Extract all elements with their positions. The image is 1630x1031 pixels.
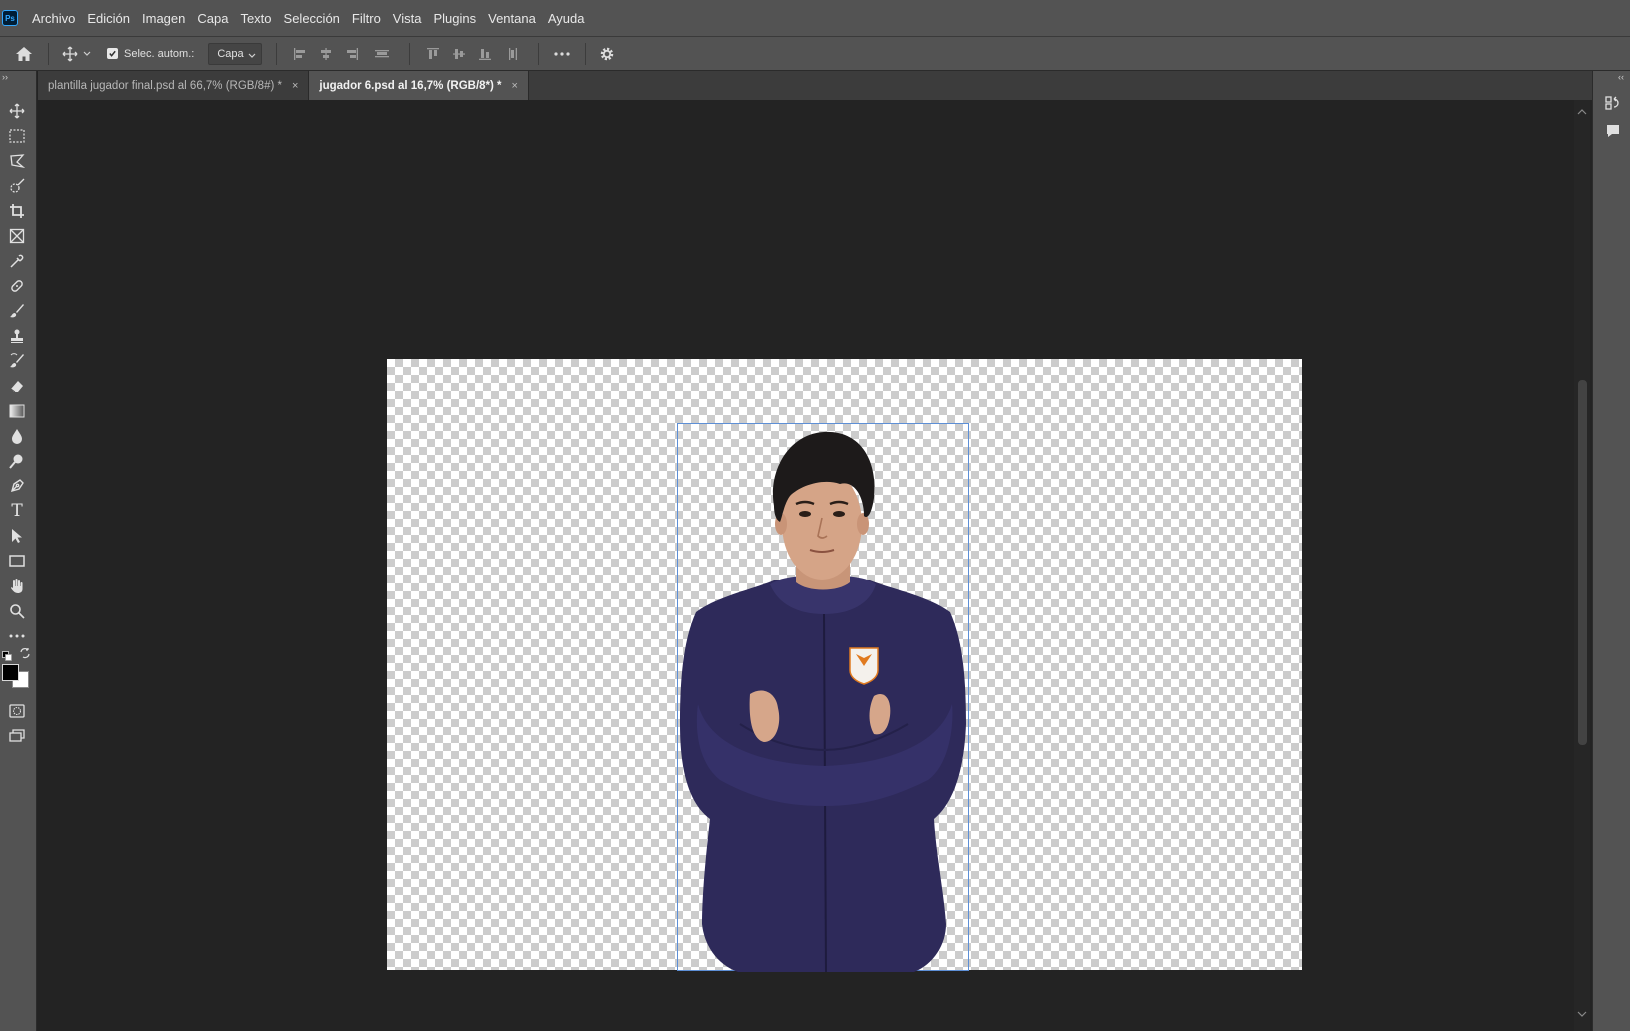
auto-select-target-dropdown[interactable]: Capa: [208, 42, 263, 65]
zoom-tool-icon[interactable]: [4, 600, 30, 622]
scroll-up-icon[interactable]: [1577, 102, 1587, 120]
menu-edicion[interactable]: Edición: [87, 11, 130, 26]
menu-ventana[interactable]: Ventana: [488, 11, 536, 26]
divider: [409, 42, 411, 65]
gear-icon[interactable]: [596, 46, 618, 62]
menu-bar: Ps Archivo Edición Imagen Capa Texto Sel…: [0, 0, 1630, 37]
comments-panel-icon[interactable]: [1605, 123, 1621, 144]
align-vertical-centers-icon[interactable]: [446, 47, 472, 61]
healing-brush-tool-icon[interactable]: [4, 275, 30, 297]
menu-filtro[interactable]: Filtro: [352, 11, 381, 26]
lasso-tool-icon[interactable]: [4, 150, 30, 172]
layer-bounding-box[interactable]: [677, 423, 970, 972]
hand-tool-icon[interactable]: [4, 575, 30, 597]
photoshop-logo[interactable]: Ps: [2, 10, 18, 26]
rectangle-tool-icon[interactable]: [4, 550, 30, 572]
divider: [48, 42, 49, 65]
swap-colors-icon[interactable]: [19, 646, 31, 664]
quick-mask-icon[interactable]: [4, 700, 30, 722]
home-icon[interactable]: [10, 46, 38, 62]
crop-tool-icon[interactable]: [4, 200, 30, 222]
align-bottom-edges-icon[interactable]: [472, 47, 498, 61]
gradient-tool-icon[interactable]: [4, 400, 30, 422]
history-brush-tool-icon[interactable]: [4, 350, 30, 372]
chevron-down-icon: [248, 50, 256, 62]
menu-seleccion[interactable]: Selección: [284, 11, 340, 26]
brush-tool-icon[interactable]: [4, 300, 30, 322]
learn-panel-icon[interactable]: [1605, 95, 1621, 116]
menu-plugins[interactable]: Plugins: [433, 11, 476, 26]
tab-jugador-6[interactable]: jugador 6.psd al 16,7% (RGB/8*) * ×: [309, 71, 529, 100]
pen-tool-icon[interactable]: [4, 475, 30, 497]
options-bar: Selec. autom.: Capa: [0, 37, 1630, 71]
tab-plantilla-jugador[interactable]: plantilla jugador final.psd al 66,7% (RG…: [38, 71, 310, 100]
auto-select-target-value: Capa: [217, 47, 244, 60]
path-selection-tool-icon[interactable]: [4, 525, 30, 547]
menu-capa[interactable]: Capa: [197, 11, 228, 26]
menu-vista[interactable]: Vista: [393, 11, 422, 26]
menu-imagen[interactable]: Imagen: [142, 11, 185, 26]
menu-ayuda[interactable]: Ayuda: [548, 11, 585, 26]
menu-archivo[interactable]: Archivo: [32, 11, 75, 26]
eyedropper-tool-icon[interactable]: [4, 250, 30, 272]
scrollbar-thumb[interactable]: [1578, 380, 1587, 745]
chevron-down-icon[interactable]: [81, 51, 93, 57]
more-options-icon[interactable]: [549, 51, 575, 56]
divider: [276, 42, 278, 65]
align-left-edges-icon[interactable]: [287, 47, 313, 61]
checkmark-icon: [109, 50, 116, 57]
close-icon[interactable]: ×: [512, 80, 518, 92]
document-canvas-transparent[interactable]: [387, 359, 1302, 972]
tools-panel: ›› T: [0, 71, 37, 1031]
align-right-edges-icon[interactable]: [339, 47, 365, 61]
blur-tool-icon[interactable]: [4, 425, 30, 447]
type-tool-icon[interactable]: T: [4, 500, 30, 522]
align-horizontal-centers-icon[interactable]: [313, 47, 339, 61]
divider: [538, 42, 540, 65]
vertical-scrollbar[interactable]: [1574, 100, 1590, 1031]
distribute-vertical-icon[interactable]: [365, 47, 399, 61]
eraser-tool-icon[interactable]: [4, 375, 30, 397]
clone-stamp-tool-icon[interactable]: [4, 325, 30, 347]
expand-panels-icon[interactable]: ‹‹: [1618, 72, 1624, 82]
dodge-tool-icon[interactable]: [4, 450, 30, 472]
move-tool-icon[interactable]: [59, 46, 81, 62]
align-top-edges-icon[interactable]: [420, 47, 446, 61]
document-tabs: plantilla jugador final.psd al 66,7% (RG…: [38, 71, 1592, 100]
more-tools-icon[interactable]: [4, 625, 30, 647]
auto-select-label: Selec. autom.:: [124, 47, 195, 60]
divider: [585, 42, 587, 65]
right-panel-dock: ‹‹: [1592, 71, 1630, 1031]
frame-tool-icon[interactable]: [4, 225, 30, 247]
player-photo[interactable]: [678, 424, 970, 972]
menu-texto[interactable]: Texto: [240, 11, 271, 26]
screen-mode-icon[interactable]: [4, 725, 30, 747]
close-icon[interactable]: ×: [292, 80, 298, 92]
tab-label: jugador 6.psd al 16,7% (RGB/8*) *: [319, 79, 502, 92]
move-tool-icon[interactable]: [4, 100, 30, 122]
scroll-down-icon[interactable]: [1577, 1004, 1587, 1022]
auto-select-checkbox[interactable]: [107, 48, 118, 59]
quick-selection-tool-icon[interactable]: [4, 175, 30, 197]
tab-label: plantilla jugador final.psd al 66,7% (RG…: [48, 79, 282, 92]
marquee-tool-icon[interactable]: [4, 125, 30, 147]
canvas-workspace[interactable]: [38, 100, 1590, 1031]
eye: [799, 511, 811, 517]
foreground-color-swatch[interactable]: [2, 664, 19, 681]
collapse-panel-icon[interactable]: ››: [2, 72, 8, 82]
distribute-horizontal-icon[interactable]: [498, 47, 528, 61]
eye: [833, 511, 845, 517]
